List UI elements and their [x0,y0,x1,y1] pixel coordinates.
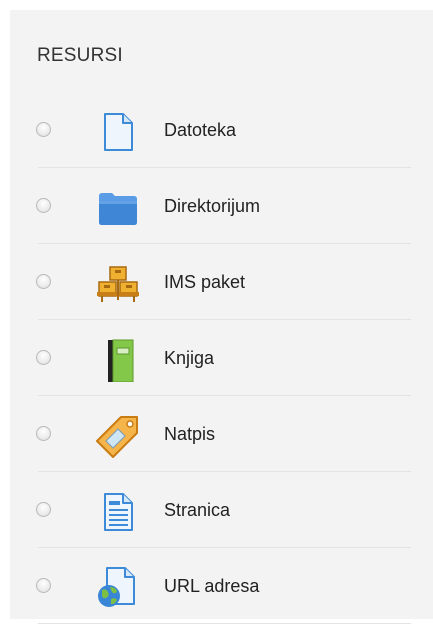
resource-radio[interactable] [36,502,51,517]
section-heading: RESURSI [37,45,123,66]
package-icon [96,262,140,306]
resource-label: Knjiga [164,348,215,368]
resource-radio[interactable] [36,198,51,213]
resource-label: Direktorijum [164,196,261,216]
resources-panel: RESURSI Datoteka Direktorijum IMS paket … [10,10,433,624]
resource-radio[interactable] [36,122,51,137]
resource-label: IMS paket [164,272,246,292]
resource-label: Datoteka [164,120,237,140]
resource-list: Datoteka Direktorijum IMS paket Knjiga N… [10,92,433,624]
resource-item-direktorijum[interactable]: Direktorijum [10,168,433,244]
resource-label: URL adresa [164,576,260,596]
url-globe-icon [96,566,140,610]
resource-item-url-adresa[interactable]: URL adresa [10,548,433,624]
folder-icon [96,186,140,230]
resource-item-knjiga[interactable]: Knjiga [10,320,433,396]
resource-item-stranica[interactable]: Stranica [10,472,433,548]
resource-item-ims-paket[interactable]: IMS paket [10,244,433,320]
page-icon [96,490,140,534]
resource-item-datoteka[interactable]: Datoteka [10,92,433,168]
resource-radio[interactable] [36,426,51,441]
file-icon [96,110,140,154]
resource-label: Natpis [164,424,216,444]
label-tag-icon [96,414,140,458]
resource-item-natpis[interactable]: Natpis [10,396,433,472]
resource-radio[interactable] [36,578,51,593]
resource-radio[interactable] [36,274,51,289]
book-icon [96,338,140,383]
resource-label: Stranica [164,500,231,520]
resource-radio[interactable] [36,350,51,365]
